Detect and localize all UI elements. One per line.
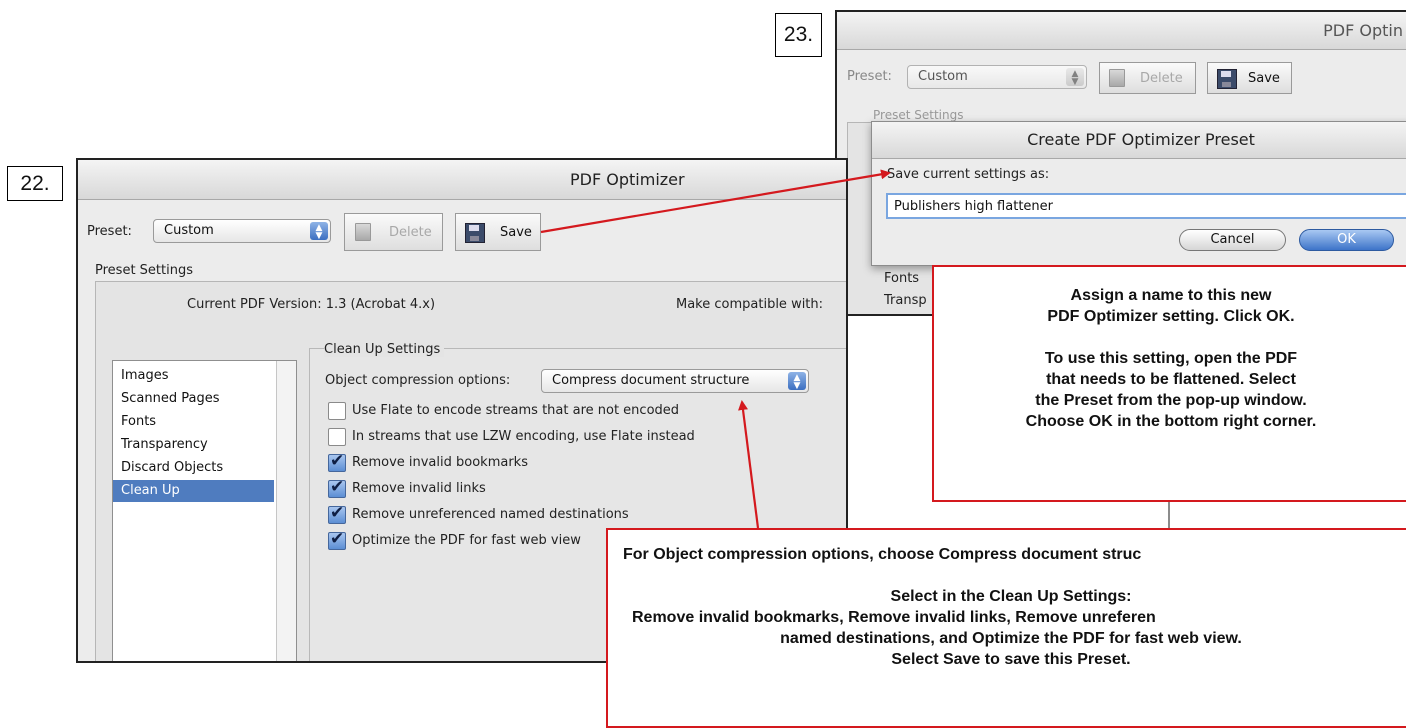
callout-line [608, 565, 1406, 586]
option-lzw-to-flate-label: In streams that use LZW encoding, use Fl… [352, 429, 695, 444]
list-item-transparency[interactable]: Transp [884, 293, 927, 308]
callout-line: that needs to be flattened. Select [1046, 371, 1296, 388]
list-scrollbar[interactable] [276, 361, 296, 661]
checkbox-optimize-fast-web-view[interactable] [328, 529, 346, 550]
cancel-button[interactable]: Cancel [1179, 229, 1286, 251]
preset-select-value: Custom [918, 69, 968, 84]
checkbox-flate-encode[interactable] [328, 402, 346, 420]
title-bar: PDF Optimizer [78, 160, 846, 200]
ok-button[interactable]: OK [1299, 229, 1394, 251]
category-clean-up[interactable]: Clean Up [113, 480, 274, 502]
window-title: PDF Optin [1323, 21, 1403, 40]
callout-line: Select Save to save this Preset. [891, 651, 1131, 668]
compression-select[interactable]: Compress document structure ▲ ▼ [541, 369, 809, 393]
preset-label: Preset: [847, 69, 892, 84]
checkbox-remove-unreferenced-destinations[interactable] [328, 503, 346, 524]
delete-button-label: Delete [389, 225, 432, 240]
dialog-title-bar: Create PDF Optimizer Preset [872, 122, 1406, 159]
save-button[interactable]: Save [1207, 62, 1292, 94]
disk-icon [465, 223, 485, 243]
save-button[interactable]: Save [455, 213, 541, 251]
callout-line: PDF Optimizer setting. Click OK. [1047, 308, 1295, 325]
delete-button[interactable]: Delete [1099, 62, 1196, 94]
preset-settings-label: Preset Settings [95, 263, 193, 278]
save-as-prompt: Save current settings as: [887, 167, 1050, 182]
step-23-label: 23. [775, 13, 822, 57]
preset-select-value: Custom [164, 223, 214, 238]
preset-select[interactable]: Custom ▲ ▼ [153, 219, 331, 243]
callout-line: Choose OK in the bottom right corner. [1025, 413, 1317, 430]
callout-line: Assign a name to this new [1070, 287, 1272, 304]
compression-select-value: Compress document structure [552, 373, 750, 388]
create-preset-dialog: Create PDF Optimizer Preset Save current… [871, 121, 1406, 266]
checkbox-lzw-to-flate[interactable] [328, 428, 346, 446]
category-list[interactable]: Images Scanned Pages Fonts Transparency … [112, 360, 297, 661]
checkbox-remove-invalid-links[interactable] [328, 477, 346, 498]
callout-line: Remove invalid bookmarks, Remove invalid… [632, 609, 1156, 626]
delete-button-label: Delete [1140, 71, 1183, 86]
preset-label: Preset: [87, 224, 132, 239]
delete-button[interactable]: Delete [344, 213, 443, 251]
dialog-title: Create PDF Optimizer Preset [1027, 130, 1255, 149]
category-transparency[interactable]: Transparency [113, 434, 274, 456]
current-pdf-version: Current PDF Version: 1.3 (Acrobat 4.x) [187, 297, 436, 312]
window-title: PDF Optimizer [570, 170, 685, 189]
callout-cleanup-instructions: For Object compression options, choose C… [606, 528, 1406, 728]
save-button-label: Save [1248, 71, 1280, 86]
category-scanned-pages[interactable]: Scanned Pages [113, 388, 274, 410]
option-optimize-fast-web-view-label: Optimize the PDF for fast web view [352, 533, 581, 548]
step-22-label: 22. [7, 166, 63, 201]
checkbox-remove-invalid-bookmarks[interactable] [328, 451, 346, 472]
category-fonts[interactable]: Fonts [113, 411, 274, 433]
callout-line: the Preset from the pop-up window. [1035, 392, 1307, 409]
option-remove-invalid-links-label: Remove invalid links [352, 481, 486, 496]
save-button-label: Save [500, 225, 532, 240]
callout-line [934, 327, 1406, 348]
disk-icon [1217, 69, 1237, 89]
option-flate-encode-label: Use Flate to encode streams that are not… [352, 403, 680, 418]
option-remove-invalid-bookmarks-label: Remove invalid bookmarks [352, 455, 528, 470]
category-images[interactable]: Images [113, 365, 274, 387]
callout-line: named destinations, and Optimize the PDF… [780, 630, 1242, 647]
preset-name-input[interactable]: Publishers high flattener [886, 193, 1406, 219]
preset-settings-label: Preset Settings [873, 108, 964, 122]
callout-line: For Object compression options, choose C… [623, 546, 1142, 563]
trash-icon [355, 223, 371, 241]
chevron-up-down-icon: ▲ ▼ [788, 372, 806, 391]
callout-assign-name: Assign a name to this new PDF Optimizer … [932, 265, 1406, 502]
title-bar: PDF Optin [837, 12, 1406, 50]
cleanup-heading: Clean Up Settings [324, 342, 445, 357]
preset-select[interactable]: Custom ▲ ▼ [907, 65, 1087, 89]
chevron-up-down-icon: ▲ ▼ [310, 222, 328, 241]
list-item-fonts[interactable]: Fonts [884, 271, 919, 286]
category-discard-objects[interactable]: Discard Objects [113, 457, 274, 479]
compression-label: Object compression options: [325, 373, 511, 388]
make-compatible-label: Make compatible with: [676, 297, 824, 312]
chevron-up-down-icon: ▲ ▼ [1066, 68, 1084, 87]
option-remove-unreferenced-destinations-label: Remove unreferenced named destinations [352, 507, 629, 522]
callout-line: To use this setting, open the PDF [1044, 350, 1298, 367]
callout-line: Select in the Clean Up Settings: [890, 588, 1132, 605]
trash-icon [1109, 69, 1125, 87]
